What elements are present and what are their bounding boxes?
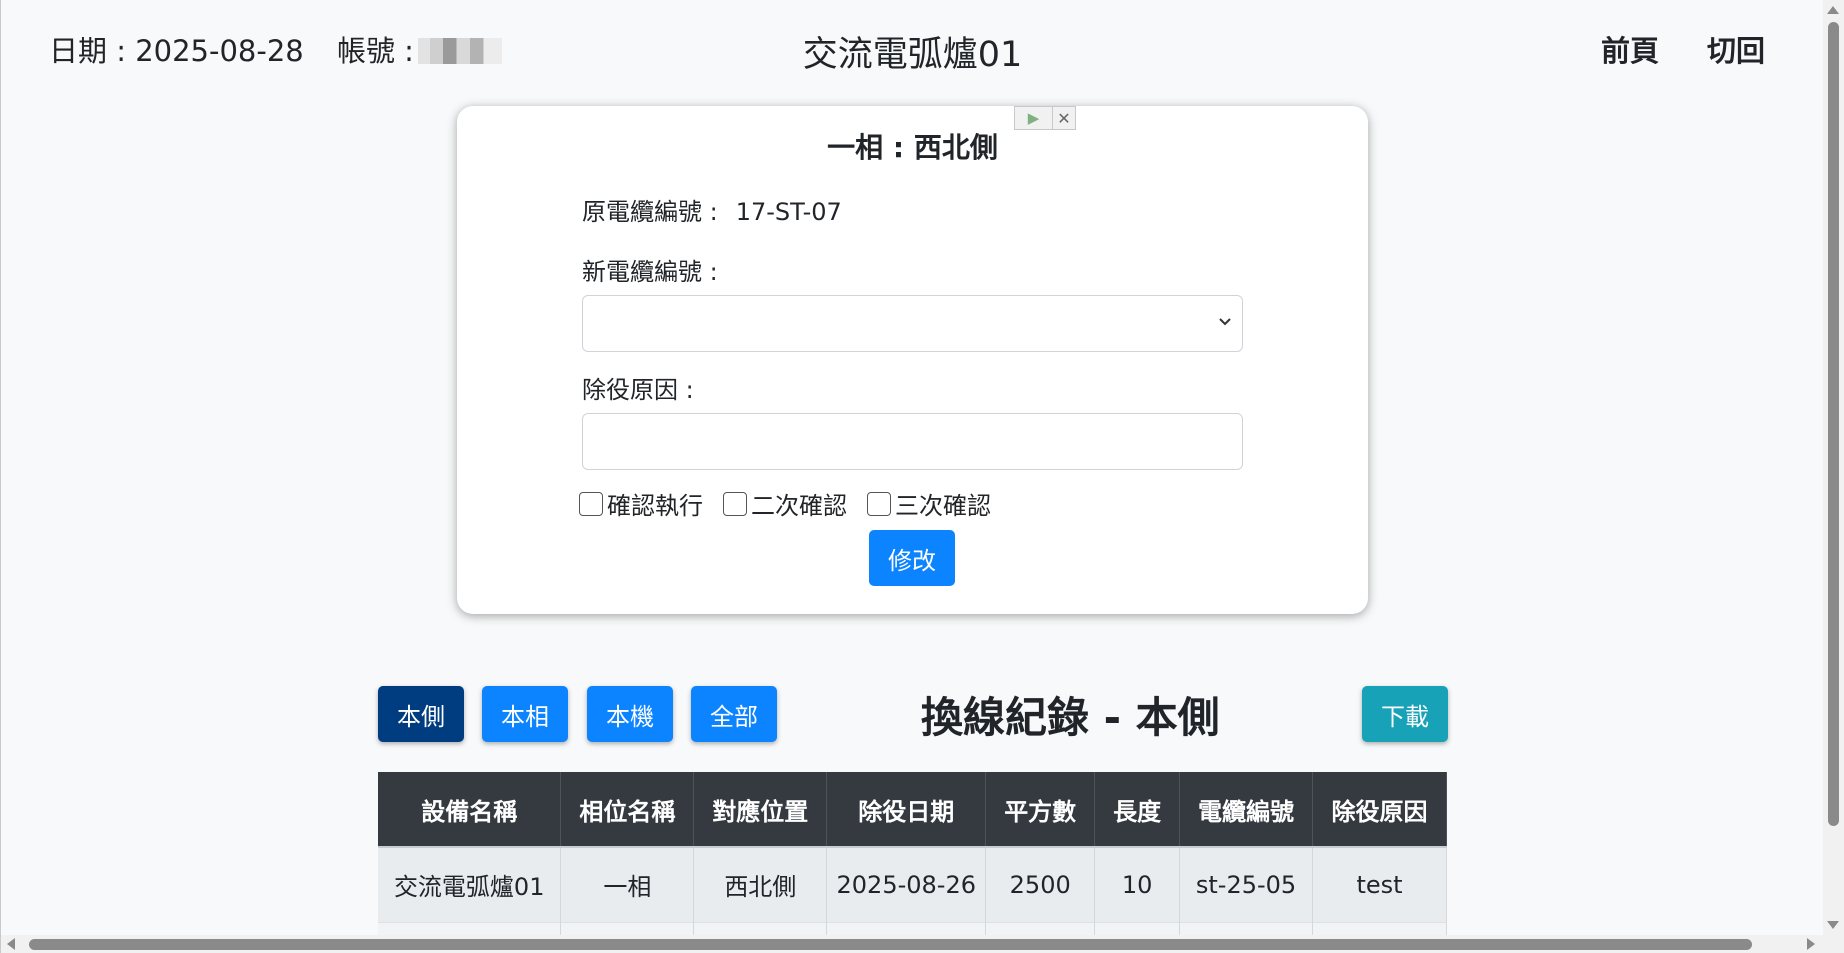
cell-phase: 一相 [560,846,695,922]
prev-page-link[interactable]: 前頁 [1601,28,1659,70]
checkbox-box[interactable] [723,491,747,516]
edit-card: 一相 : 西北側 原電纜編號 :17-ST-07 新電纜編號 : 除役原因 : … [457,106,1368,614]
play-icon[interactable]: ▶ [1015,107,1053,129]
horizontal-scrollbar[interactable] [1,935,1844,953]
col-header: 除役日期 [826,772,987,847]
new-cable-label: 新電纜編號 : [582,258,718,286]
cell-equipment: 交流電弧爐01 [378,846,562,922]
confirm-checks: 確認執行 二次確認 三次確認 [579,486,1011,521]
switch-back-link[interactable]: 切回 [1707,28,1765,70]
download-button[interactable]: 下載 [1362,686,1448,742]
cell-reason: test [1312,846,1447,922]
second-confirm-checkbox[interactable]: 二次確認 [723,486,847,521]
cell-cable: st-25-05 [1179,846,1314,922]
orig-cable-value: 17-ST-07 [735,198,842,226]
reason-label: 除役原因 : [582,376,694,404]
new-cable-select[interactable] [582,295,1243,352]
scroll-right-icon[interactable] [1807,938,1815,950]
col-header: 對應位置 [693,772,828,847]
filter-all-button[interactable]: 全部 [691,686,777,742]
scroll-down-icon[interactable] [1827,921,1839,929]
scroll-left-icon[interactable] [7,938,15,950]
confirm-execute-checkbox[interactable]: 確認執行 [579,486,703,521]
checkbox-box[interactable] [867,491,891,516]
records-table: 設備名稱 相位名稱 對應位置 除役日期 平方數 長度 電纜編號 除役原因 交流電… [378,772,1447,942]
table-row: 交流電弧爐01 一相 西北側 2025-08-26 2500 10 st-25-… [378,846,1447,922]
orig-cable-label: 原電纜編號 : [582,198,718,226]
checkbox-label: 二次確認 [751,492,847,520]
horizontal-scroll-thumb[interactable] [29,939,1752,950]
filter-side-button[interactable]: 本側 [378,686,464,742]
section-title: 換線紀錄 - 本側 [921,693,1220,742]
cell-position: 西北側 [693,846,828,922]
third-confirm-checkbox[interactable]: 三次確認 [867,486,991,521]
close-icon[interactable]: ✕ [1053,107,1075,129]
cell-square: 2500 [985,846,1096,922]
table-header-row: 設備名稱 相位名稱 對應位置 除役日期 平方數 長度 電纜編號 除役原因 [378,772,1447,847]
col-header: 設備名稱 [378,772,562,847]
col-header: 除役原因 [1312,772,1447,847]
modify-button[interactable]: 修改 [869,530,955,586]
filter-phase-button[interactable]: 本相 [482,686,568,742]
filter-machine-button[interactable]: 本機 [587,686,673,742]
top-bar: 日期 : 2025-08-28 帳號 : 交流電弧爐01 前頁 切回 [1,0,1824,96]
col-header: 電纜編號 [1179,772,1314,847]
vertical-scroll-thumb[interactable] [1828,22,1839,826]
checkbox-label: 三次確認 [895,492,991,520]
col-header: 長度 [1094,772,1181,847]
col-header: 平方數 [985,772,1096,847]
checkbox-label: 確認執行 [607,492,703,520]
vertical-scrollbar[interactable] [1823,0,1844,935]
scroll-up-icon[interactable] [1827,6,1839,14]
card-title: 一相 : 西北側 [827,131,998,164]
checkbox-box[interactable] [579,491,603,516]
cell-length: 10 [1094,846,1181,922]
reason-input[interactable] [582,413,1243,470]
page-title: 交流電弧爐01 [802,35,1023,75]
orig-cable-row: 原電纜編號 : 17-ST-07 [582,192,842,227]
cell-date: 2025-08-26 [826,846,987,922]
chevron-down-icon [1218,310,1232,337]
ad-badge[interactable]: ▶ ✕ [1014,106,1076,130]
col-header: 相位名稱 [560,772,695,847]
